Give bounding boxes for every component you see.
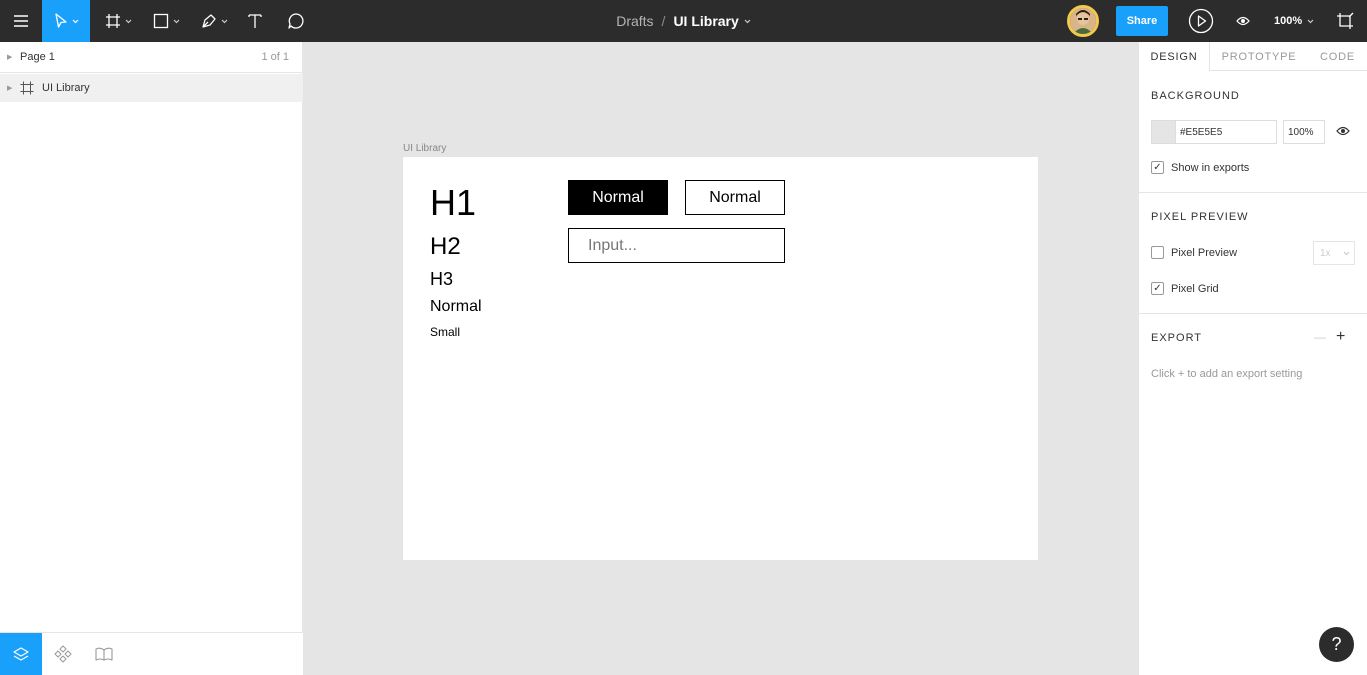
layers-icon: [13, 647, 29, 661]
text-tool-button[interactable]: [242, 0, 268, 42]
background-hex: #E5E5E5: [1180, 126, 1223, 138]
background-section-title: BACKGROUND: [1151, 90, 1240, 102]
file-name-menu[interactable]: UI Library: [673, 13, 751, 29]
play-icon: [1188, 8, 1214, 34]
menu-button[interactable]: [0, 0, 42, 42]
rectangle-tool-icon: [153, 13, 168, 29]
export-hint: Click + to add an export setting: [1151, 368, 1303, 380]
outline-button[interactable]: Normal: [685, 180, 785, 215]
pixel-preview-label: Pixel Preview: [1171, 246, 1238, 259]
pixel-preview-scale-select[interactable]: 1x: [1313, 241, 1355, 265]
chevron-down-icon: [173, 19, 179, 23]
breadcrumb-separator: /: [661, 13, 666, 29]
crop-button[interactable]: [1332, 0, 1358, 42]
pen-tool-button[interactable]: [194, 0, 234, 42]
page-count: 1 of 1: [261, 51, 289, 63]
layers-panel: ▶ Page 1 1 of 1 ▶ UI Library: [0, 42, 303, 675]
move-tool-button[interactable]: [42, 0, 90, 42]
background-color-field[interactable]: #E5E5E5: [1151, 120, 1277, 144]
text-tool-icon: [248, 14, 262, 28]
tab-prototype[interactable]: PROTOTYPE: [1215, 42, 1303, 71]
view-button[interactable]: [1232, 0, 1254, 42]
layer-item-ui-library[interactable]: ▶ UI Library: [0, 74, 303, 102]
frame-tool-icon: [105, 14, 120, 28]
divider: [0, 72, 303, 73]
chevron-down-icon: [1343, 251, 1349, 255]
components-icon: [54, 645, 72, 663]
heading-h1[interactable]: H1: [430, 182, 476, 224]
share-button[interactable]: Share: [1116, 6, 1168, 36]
normal-text[interactable]: Normal: [430, 298, 482, 316]
avatar-icon: [1070, 8, 1096, 34]
rectangle-tool-button[interactable]: [146, 0, 186, 42]
chevron-down-icon: [221, 19, 227, 23]
comment-tool-button[interactable]: [282, 0, 310, 42]
tab-code[interactable]: CODE: [1309, 42, 1366, 71]
tab-layers[interactable]: [0, 633, 42, 675]
pen-tool-icon: [201, 14, 216, 28]
show-in-exports-label: Show in exports: [1171, 161, 1250, 174]
chevron-down-icon: [72, 19, 78, 23]
crop-frame-icon: [1337, 12, 1354, 29]
caret-right-icon: ▶: [7, 54, 13, 61]
file-name: UI Library: [673, 13, 739, 29]
export-section-title: EXPORT: [1151, 332, 1203, 344]
present-button[interactable]: [1186, 0, 1216, 42]
pixel-preview-section-title: PIXEL PREVIEW: [1151, 211, 1249, 223]
ui-library-frame[interactable]: H1 H2 H3 Normal Small Normal Normal Inpu…: [403, 157, 1038, 560]
show-in-exports-row[interactable]: ✓ Show in exports: [1151, 161, 1249, 174]
toolbar: Drafts / UI Library Share 100%: [0, 0, 1367, 42]
pixel-grid-label: Pixel Grid: [1171, 282, 1219, 295]
tab-library[interactable]: [83, 633, 125, 675]
zoom-level: 100%: [1274, 15, 1303, 27]
page-selector[interactable]: ▶ Page 1 1 of 1: [0, 42, 303, 72]
heading-h2[interactable]: H2: [430, 233, 461, 261]
eye-icon: [1236, 16, 1250, 26]
chevron-down-icon: [744, 19, 751, 23]
pixel-preview-checkbox[interactable]: [1151, 246, 1164, 259]
menu-icon: [14, 15, 28, 27]
background-opacity[interactable]: 100%: [1283, 120, 1325, 144]
frame-tool-button[interactable]: [98, 0, 138, 42]
left-panel-tabs: [0, 632, 303, 675]
visibility-eye-icon[interactable]: [1336, 126, 1350, 136]
tab-design[interactable]: DESIGN: [1139, 42, 1210, 71]
tab-components[interactable]: [42, 633, 84, 675]
heading-h3[interactable]: H3: [430, 269, 453, 290]
add-export-button[interactable]: +: [1336, 328, 1345, 346]
breadcrumb-drafts[interactable]: Drafts: [616, 13, 653, 29]
frame-icon: [20, 81, 34, 95]
move-tool-icon: [54, 13, 67, 28]
divider: [1139, 192, 1367, 193]
remove-export-button[interactable]: —: [1314, 330, 1326, 344]
pixel-grid-checkbox[interactable]: ✓: [1151, 282, 1164, 295]
show-in-exports-checkbox[interactable]: ✓: [1151, 161, 1164, 174]
pixel-grid-row[interactable]: ✓ Pixel Grid: [1151, 282, 1219, 295]
page-name: Page 1: [20, 51, 55, 63]
pixel-preview-row[interactable]: Pixel Preview: [1151, 246, 1237, 259]
filled-button[interactable]: Normal: [568, 180, 668, 215]
scale-value: 1x: [1320, 247, 1331, 259]
chevron-down-icon: [125, 19, 131, 23]
color-swatch[interactable]: [1152, 121, 1176, 143]
properties-panel: DESIGN PROTOTYPE CODE BACKGROUND #E5E5E5…: [1138, 42, 1367, 675]
caret-right-icon: ▶: [7, 85, 13, 92]
divider: [1139, 313, 1367, 314]
small-text[interactable]: Small: [430, 325, 460, 339]
layer-name: UI Library: [42, 82, 90, 94]
book-icon: [95, 647, 113, 661]
panel-tabs: DESIGN PROTOTYPE CODE: [1139, 42, 1367, 71]
comment-tool-icon: [288, 13, 304, 29]
zoom-menu[interactable]: 100%: [1274, 0, 1314, 42]
frame-label[interactable]: UI Library: [403, 143, 446, 154]
text-input[interactable]: Input...: [568, 228, 785, 263]
chevron-down-icon: [1307, 19, 1314, 23]
help-button[interactable]: ?: [1319, 627, 1354, 662]
user-avatar[interactable]: [1067, 5, 1099, 37]
